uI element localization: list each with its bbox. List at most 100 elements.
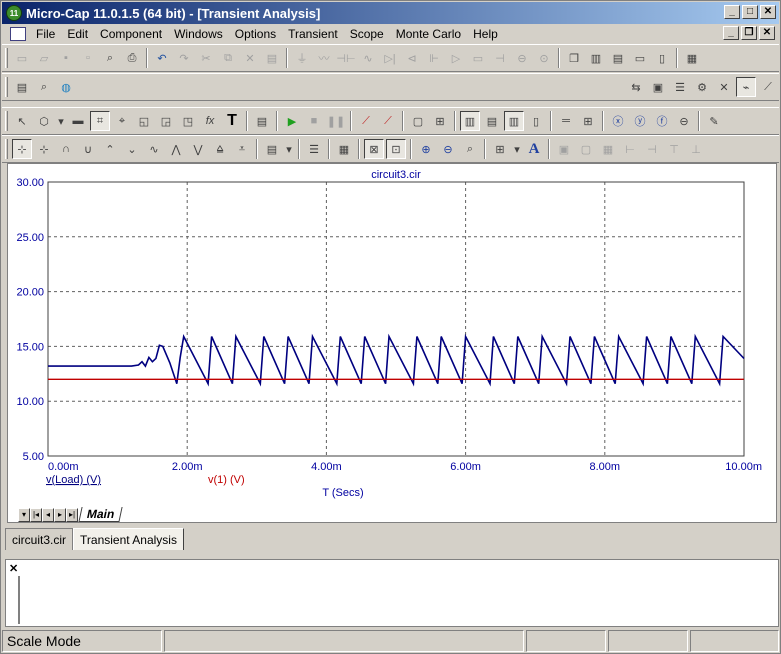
ground-icon[interactable]: ⏚ [292,48,312,68]
first-tab-button[interactable]: |◂ [30,508,42,522]
run-icon[interactable]: ▶ [282,111,302,131]
high-icon[interactable]: ⌃ [100,139,120,159]
close-icon[interactable]: ✕ [9,562,18,575]
bottom-icon[interactable]: ⩡ [232,139,252,159]
x-scale-icon[interactable]: ⓧ [608,111,628,131]
paste-icon[interactable]: ▤ [262,48,282,68]
prev-tab-button[interactable]: ◂ [42,508,54,522]
scale-icon[interactable]: ▬ [68,111,88,131]
web-globe-icon[interactable]: ◍ [56,77,76,97]
opamp-icon[interactable]: ▷ [446,48,466,68]
function-icon[interactable]: fx [200,111,220,131]
tab-circuit3[interactable]: circuit3.cir [5,528,74,550]
scale-mode-icon[interactable]: ⌗ [90,111,110,131]
analysis-limits-icon[interactable]: ⇆ [626,77,646,97]
menu-options[interactable]: Options [229,27,282,41]
plus-mode-icon[interactable]: ⊞ [578,111,598,131]
global-high-icon[interactable]: ⋀ [166,139,186,159]
menu-monte-carlo[interactable]: Monte Carlo [390,27,467,41]
tab-menu-button[interactable]: ▾ [18,508,30,522]
capacitor-icon[interactable]: ⊣⊢ [336,48,356,68]
bring-front-icon[interactable]: ▣ [554,139,574,159]
auto-scale-icon[interactable]: ⊠ [364,139,384,159]
data-points-icon[interactable]: ▥ [504,111,524,131]
numeric-output-icon[interactable]: ▦ [334,139,354,159]
save-all-icon[interactable]: ▫ [78,48,98,68]
cascade-windows-icon[interactable]: ❐ [564,48,584,68]
resistor-icon[interactable]: 〰 [314,48,334,68]
tile-horizontal-icon[interactable]: ▤ [608,48,628,68]
open-folder-icon[interactable]: ▱ [34,48,54,68]
list-icon[interactable]: ☰ [304,139,324,159]
print-icon[interactable]: ⎙ [122,48,142,68]
performance-plot-icon[interactable]: ⟋ [758,77,778,97]
tab-transient-analysis[interactable]: Transient Analysis [73,528,184,550]
align-right-icon[interactable]: ⊣ [642,139,662,159]
menu-edit[interactable]: Edit [61,27,94,41]
new-file-icon[interactable]: ▭ [12,48,32,68]
plot-view-icon[interactable]: ⌁ [736,77,756,97]
zoom-out-icon[interactable]: ⊖ [438,139,458,159]
next-simulation-icon[interactable]: ⊹ [12,139,32,159]
grid-icon[interactable]: ⊞ [430,111,450,131]
component-library-icon[interactable]: ▤ [12,77,32,97]
tile-vertical-icon[interactable]: ▥ [586,48,606,68]
minimize-button[interactable]: _ [724,5,740,19]
panel-grip[interactable] [12,576,20,624]
chevron-down-icon[interactable]: ▾ [284,139,294,159]
toolbar-grip[interactable] [5,111,8,131]
current-source-icon[interactable]: ⊙ [534,48,554,68]
y-scale-icon[interactable]: ⓨ [630,111,650,131]
minor-grid-icon[interactable]: ▥ [460,111,480,131]
align-top-icon[interactable]: ⊤ [664,139,684,159]
output-panel[interactable]: ✕ [5,559,779,627]
settings-icon[interactable]: ⚙ [692,77,712,97]
zoom-in-icon[interactable]: ⊕ [416,139,436,159]
vertical-tag-icon[interactable]: ◳ [178,111,198,131]
print-preview-icon[interactable]: ⌕ [100,48,120,68]
low-icon[interactable]: ⌄ [122,139,142,159]
grid-layout-icon[interactable]: ⊞ [490,139,510,159]
zoom-icon[interactable]: ⊖ [674,111,694,131]
help-search-icon[interactable]: ⌕ [34,77,54,97]
delete-icon[interactable]: ✕ [240,48,260,68]
inflection-icon[interactable]: ∿ [144,139,164,159]
macro-icon[interactable]: ▭ [468,48,488,68]
restore-limits-icon[interactable]: ⊡ [386,139,406,159]
cut-icon[interactable]: ✂ [196,48,216,68]
cursor-mode-icon[interactable]: ⌖ [112,111,132,131]
next-data-point-icon[interactable]: ⊹ [34,139,54,159]
split-window-icon[interactable]: ▯ [652,48,672,68]
stop-icon[interactable]: ■ [304,111,324,131]
properties-list-icon[interactable]: ☰ [670,77,690,97]
fft-icon[interactable]: ⓕ [652,111,672,131]
battery-icon[interactable]: ⊣ [490,48,510,68]
global-low-icon[interactable]: ⋁ [188,139,208,159]
top-icon[interactable]: ⩠ [210,139,230,159]
chevron-down-icon[interactable]: ▾ [512,139,522,159]
font-icon[interactable]: A [524,139,544,159]
properties-icon[interactable]: ▤ [252,111,272,131]
axis-icon[interactable]: ▤ [482,111,502,131]
mdi-minimize-button[interactable]: _ [723,26,739,40]
transistor-icon[interactable]: ⊲ [402,48,422,68]
component-mode-icon[interactable]: ⬡ [34,111,54,131]
text-icon[interactable]: T [222,111,242,131]
transient-plot[interactable]: 30.00 25.00 20.00 15.00 10.00 5.00 0.00m 2.00m 4… [8,164,776,504]
point-tag-icon[interactable]: ◱ [134,111,154,131]
align-bottom-icon[interactable]: ⊥ [686,139,706,159]
copy-icon[interactable]: ⧉ [218,48,238,68]
tab-main[interactable]: Main [78,507,123,522]
scope-window-icon[interactable]: ▣ [648,77,668,97]
calculator-icon[interactable]: ▦ [682,48,702,68]
clipboard-icon[interactable]: ▤ [262,139,282,159]
document-icon[interactable] [10,26,26,41]
voltage-source-icon[interactable]: ⊖ [512,48,532,68]
menu-file[interactable]: File [30,27,61,41]
close-button[interactable]: ✕ [760,5,776,19]
plot-window[interactable]: 30.00 25.00 20.00 15.00 10.00 5.00 0.00m 2.00m 4… [7,163,777,523]
menu-component[interactable]: Component [94,27,168,41]
mdi-restore-button[interactable]: ❐ [741,26,757,40]
next-tab-button[interactable]: ▸ [54,508,66,522]
peak-icon[interactable]: ∩ [56,139,76,159]
